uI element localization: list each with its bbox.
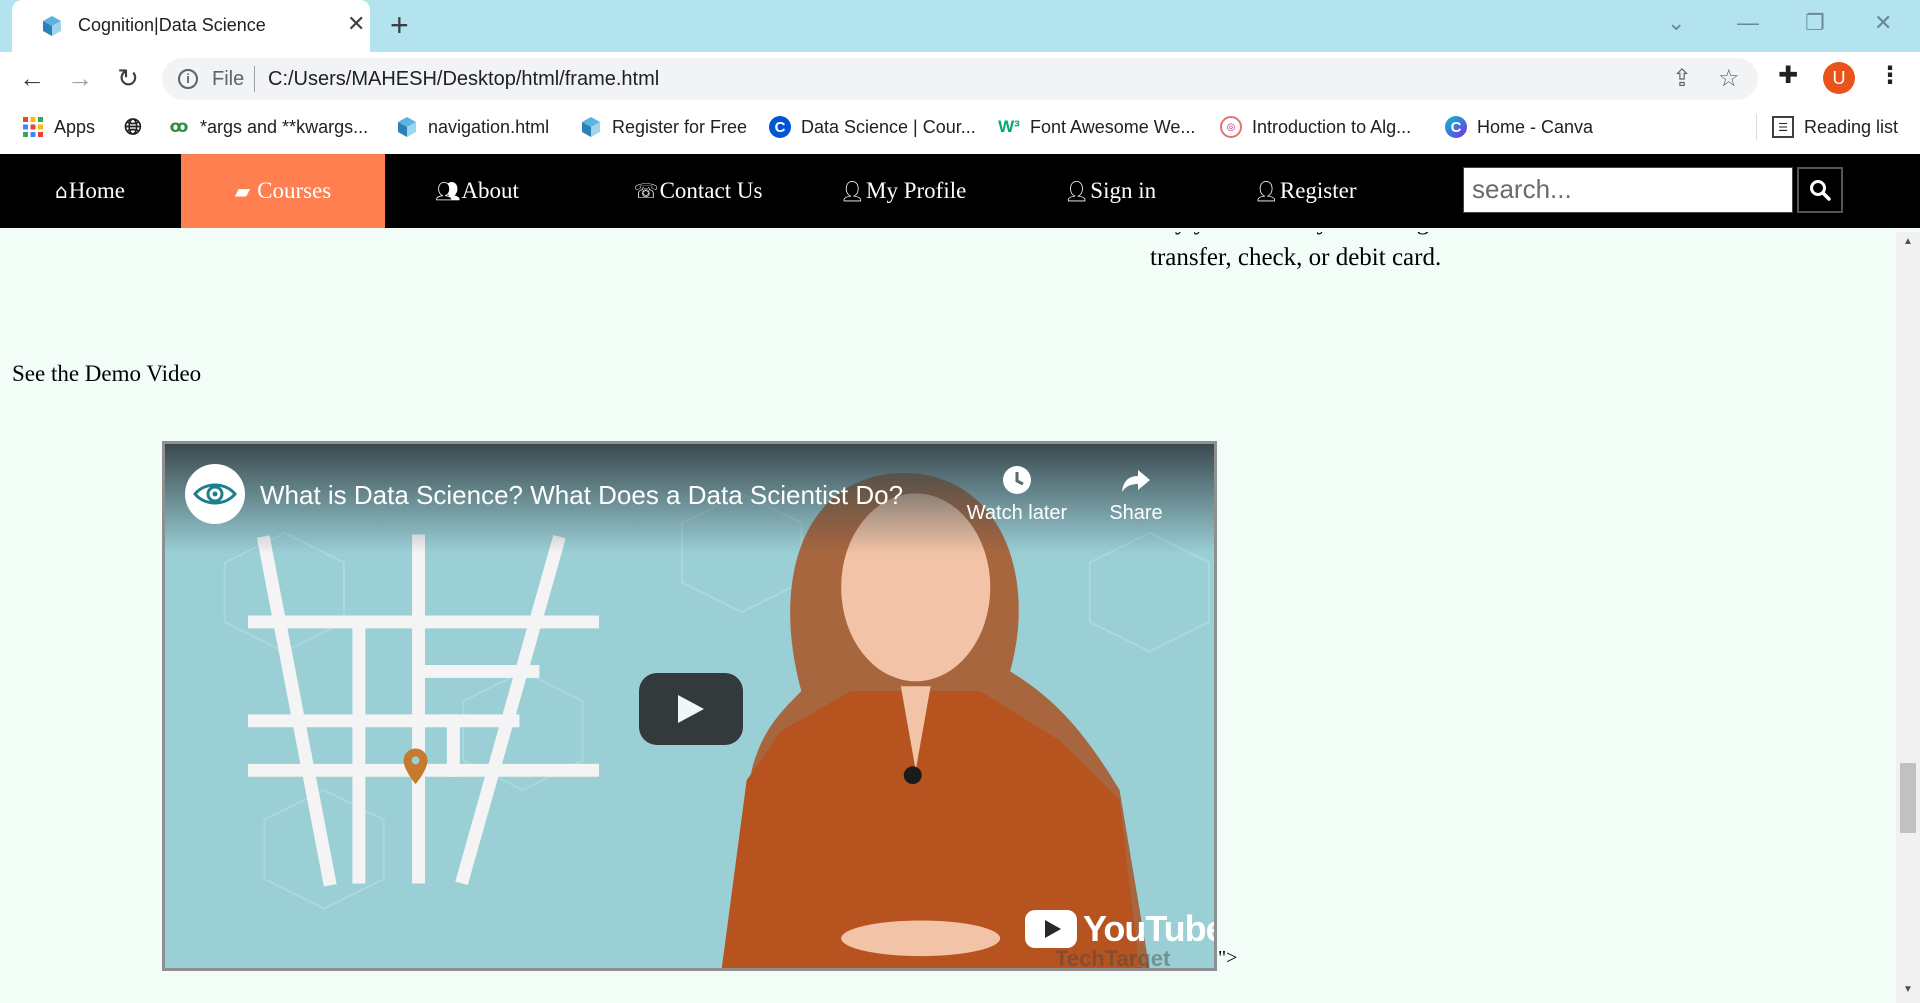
clock-icon [1003, 466, 1031, 494]
active-tab[interactable]: Cognition|Data Science ✕ [12, 0, 370, 52]
restore-window-icon[interactable]: ❐ [1805, 8, 1825, 38]
site-navbar: ⌂ Home ▰ Courses 👥︎ About ☏ Contact Us 👤︎ My … [0, 154, 1920, 228]
nav-my-profile[interactable]: 👤︎ My Profile [807, 154, 999, 228]
bookmark-label: Introduction to Alg... [1252, 116, 1412, 137]
watch-later-button[interactable]: Watch later [962, 464, 1072, 525]
cube-file-icon [582, 117, 600, 137]
url-text[interactable]: C:/Users/MAHESH/Desktop/html/frame.html [268, 68, 659, 91]
bookmark-label: Home - Canva [1477, 116, 1594, 137]
globe-icon: 🌐︎ [124, 114, 142, 139]
watch-later-label: Watch later [966, 502, 1068, 524]
nav-contact[interactable]: ☏ Contact Us [569, 154, 827, 228]
youtube-wordmark: YouTube [1083, 908, 1217, 949]
user-icon: 👤︎ [839, 179, 866, 203]
nav-about[interactable]: 👥︎ About [385, 154, 569, 228]
reading-list-label: Reading list [1804, 116, 1899, 137]
play-icon [678, 695, 704, 723]
extensions-puzzle-icon[interactable]: ✚ [1778, 62, 1798, 90]
bookmark-apps[interactable]: Apps [22, 114, 95, 140]
close-tab-icon[interactable]: ✕ [347, 12, 365, 36]
phone-icon: ☏ [633, 179, 659, 203]
scrollbar-thumb[interactable] [1900, 763, 1916, 833]
nav-home[interactable]: ⌂ Home [0, 154, 180, 228]
coursera-icon: C [769, 116, 791, 138]
nav-courses[interactable]: ▰ Courses [181, 154, 385, 228]
nav-sign-in[interactable]: 👤︎ Sign in [1000, 154, 1220, 228]
payment-info-text: Pay your monthly bill using a bank trans… [1150, 232, 1501, 271]
back-arrow-icon[interactable]: ← [14, 62, 50, 94]
search-icon [1810, 180, 1831, 201]
page-viewport: ⌂ Home ▰ Courses 👥︎ About ☏ Contact Us 👤︎ My … [0, 154, 1920, 1003]
forward-arrow-icon[interactable]: → [62, 62, 98, 94]
url-divider [254, 66, 255, 92]
url-scheme-label: File [212, 68, 245, 90]
bookmark-label: Font Awesome We... [1030, 116, 1196, 137]
demo-video-heading: See the Demo Video [12, 361, 202, 386]
bookmarks-bar: Apps 🌐︎ ꝏ *args and **kwargs... navigati… [0, 104, 1920, 150]
bookmark-font-awesome[interactable]: W³ Font Awesome We... [998, 114, 1195, 140]
gfg-circle-icon: ◎ [1220, 116, 1242, 138]
new-tab-button[interactable]: + [390, 8, 409, 42]
user-icon: 👤︎ [1253, 179, 1279, 203]
bookmark-star-icon[interactable]: ☆ [1718, 65, 1740, 93]
bookmark-label: Register for Free [612, 116, 748, 137]
play-button[interactable] [639, 673, 743, 745]
channel-eye-logo-icon[interactable] [185, 464, 245, 524]
site-search-input[interactable]: search... [1463, 167, 1793, 213]
browser-tab-strip: Cognition|Data Science ✕ + ⌄ — ❐ ✕ [0, 0, 1920, 52]
bookmark-label: *args and **kwargs... [200, 116, 369, 137]
video-title[interactable]: What is Data Science? What Does a Data S… [260, 480, 903, 511]
share-label: Share [1109, 502, 1163, 524]
page-scrollbar[interactable]: ▲ ▼ [1896, 232, 1920, 1003]
reading-list-icon: ☰ [1772, 116, 1794, 138]
bookmark-register[interactable]: Register for Free [580, 114, 747, 140]
bookmark-separator [1756, 114, 1757, 140]
user-plus-icon: 👤︎ [1063, 179, 1090, 203]
browser-toolbar: ← → ↻ i File C:/Users/MAHESH/Desktop/htm… [0, 52, 1920, 104]
bookmark-label: navigation.html [428, 116, 550, 137]
nav-register[interactable]: 👤︎ Register [1210, 154, 1400, 228]
bookmark-args-kwargs[interactable]: ꝏ *args and **kwargs... [168, 114, 369, 140]
apps-grid-icon [23, 117, 43, 137]
address-bar[interactable]: i File C:/Users/MAHESH/Desktop/html/fram… [162, 58, 1758, 100]
geeksforgeeks-icon: ꝏ [169, 117, 189, 136]
cube-favicon-icon [43, 16, 61, 36]
close-window-icon[interactable]: ✕ [1874, 8, 1892, 38]
bookmark-canva[interactable]: C Home - Canva [1445, 114, 1593, 140]
bookmark-navigation[interactable]: navigation.html [396, 114, 549, 140]
scroll-up-arrow-icon[interactable]: ▲ [1896, 236, 1920, 247]
book-icon: ▰ [234, 179, 251, 203]
profile-avatar[interactable]: U [1823, 62, 1855, 94]
page-content: Pay your monthly bill using a bank trans… [0, 232, 1896, 1003]
reading-list-button[interactable]: ☰ Reading list [1772, 114, 1898, 140]
stray-markup-text: "> [1218, 947, 1238, 969]
home-icon: ⌂ [55, 179, 68, 203]
bookmark-globe[interactable]: 🌐︎ [122, 114, 144, 140]
tab-title: Cognition|Data Science [78, 15, 266, 35]
browser-menu-icon[interactable]: ⋮ [1878, 62, 1902, 90]
share-page-icon[interactable]: ⇪ [1672, 65, 1692, 93]
bookmark-coursera[interactable]: C Data Science | Cour... [769, 114, 976, 140]
w3-icon: W³ [998, 117, 1020, 136]
youtube-logo[interactable]: YouTube [1025, 908, 1217, 950]
canva-icon: C [1445, 116, 1467, 138]
tab-search-chevron-icon[interactable]: ⌄ [1667, 8, 1685, 38]
techtarget-watermark: TechTarget [1055, 946, 1171, 971]
site-info-icon[interactable]: i [178, 69, 198, 89]
youtube-play-logo-icon [1025, 910, 1077, 948]
cube-file-icon [398, 117, 416, 137]
bookmark-algorithms[interactable]: ◎ Introduction to Alg... [1220, 114, 1411, 140]
bookmark-label: Data Science | Cour... [801, 116, 976, 137]
youtube-embed[interactable]: What is Data Science? What Does a Data S… [162, 441, 1217, 971]
site-search-button[interactable] [1797, 167, 1843, 213]
share-arrow-icon [1122, 470, 1150, 492]
share-button[interactable]: Share [1081, 464, 1191, 525]
users-icon: 👥︎ [435, 179, 461, 203]
bookmark-label: Apps [54, 116, 96, 137]
minimize-window-icon[interactable]: — [1737, 8, 1759, 38]
scroll-down-arrow-icon[interactable]: ▼ [1896, 984, 1920, 995]
reload-icon[interactable]: ↻ [110, 62, 146, 94]
